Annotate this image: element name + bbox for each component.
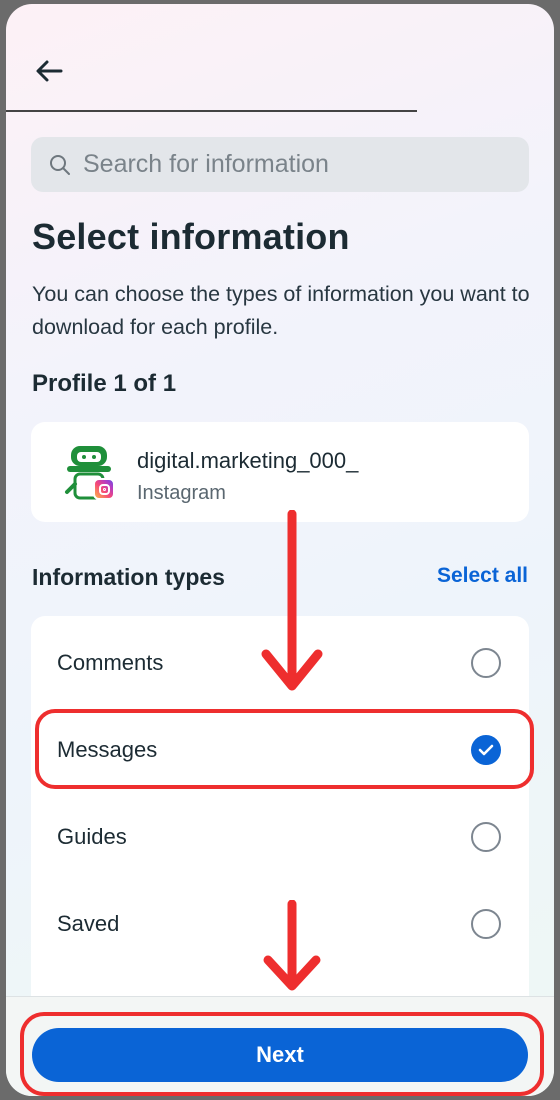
select-all-link[interactable]: Select all bbox=[437, 564, 528, 588]
checkmark-icon bbox=[478, 744, 494, 756]
instagram-icon bbox=[93, 478, 115, 500]
radio-button-checked[interactable] bbox=[471, 735, 501, 765]
profile-card: digital.marketing_000_ Instagram bbox=[31, 422, 529, 522]
search-bar[interactable] bbox=[31, 137, 529, 192]
list-item-messages[interactable]: Messages bbox=[31, 707, 529, 793]
page-title: Select information bbox=[32, 216, 350, 257]
search-input[interactable] bbox=[81, 149, 505, 180]
list-item-label: Messages bbox=[57, 737, 158, 762]
back-button[interactable] bbox=[32, 54, 66, 88]
radio-button[interactable] bbox=[471, 822, 501, 852]
page-description: You can choose the types of information … bbox=[32, 282, 530, 339]
list-item-guides[interactable]: Guides bbox=[31, 794, 529, 880]
radio-button[interactable] bbox=[471, 648, 501, 678]
list-item-label: Guides bbox=[57, 824, 127, 849]
search-icon bbox=[50, 154, 70, 175]
profile-platform: Instagram bbox=[137, 482, 226, 504]
list-item-label: Comments bbox=[57, 650, 164, 675]
profile-name: digital.marketing_000_ bbox=[137, 448, 359, 473]
list-item-comments[interactable]: Comments bbox=[31, 620, 529, 706]
arrow-left-icon bbox=[36, 60, 63, 82]
header-divider bbox=[6, 110, 417, 112]
list-item-label: Saved bbox=[57, 911, 120, 936]
next-button[interactable]: Next bbox=[32, 1028, 528, 1082]
list-item-saved[interactable]: Saved bbox=[31, 881, 529, 967]
information-types-header: Information types bbox=[32, 564, 225, 590]
radio-button[interactable] bbox=[471, 909, 501, 939]
profile-count: Profile 1 of 1 bbox=[32, 370, 177, 397]
phone-screen: Select information You can choose the ty… bbox=[6, 4, 554, 1096]
